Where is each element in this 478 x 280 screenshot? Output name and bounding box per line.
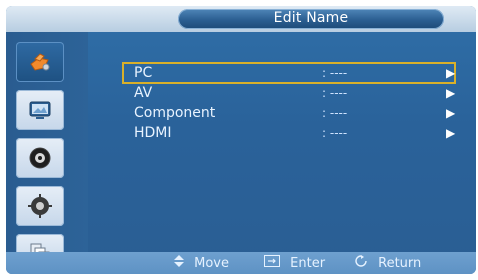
list-item-hdmi[interactable]: HDMI : ---- ▶: [124, 124, 456, 142]
enter-label: Enter: [290, 256, 326, 271]
return-hint: Return: [354, 254, 421, 273]
list-item-label: HDMI: [134, 125, 172, 141]
chevron-right-icon: ▶: [446, 66, 456, 80]
title-bar: Edit Name: [6, 6, 476, 32]
move-icon: [174, 254, 184, 272]
title-pill: Edit Name: [178, 9, 444, 29]
chevron-right-icon: ▶: [446, 106, 456, 120]
move-hint: Move: [174, 254, 229, 273]
chevron-right-icon: ▶: [446, 126, 456, 140]
sidebar-item-setup[interactable]: [16, 186, 64, 226]
list-item-component[interactable]: Component : ---- ▶: [124, 104, 456, 122]
list-item-value: : ----: [322, 106, 348, 120]
list-item-av[interactable]: AV : ---- ▶: [124, 84, 456, 102]
sidebar-item-sound[interactable]: [16, 138, 64, 178]
enter-hint: Enter: [264, 254, 325, 273]
sidebar-item-picture[interactable]: [16, 90, 64, 130]
enter-icon: [264, 254, 280, 272]
return-icon: [354, 254, 368, 272]
move-label: Move: [194, 256, 230, 271]
list-item-value: : ----: [322, 86, 348, 100]
list-item-value: : ----: [322, 66, 348, 80]
list-item-value: : ----: [322, 126, 348, 140]
window-title: Edit Name: [273, 10, 349, 26]
list-item-pc[interactable]: PC : ---- ▶: [122, 62, 456, 84]
osd-window: Edit Name PC: ---- ▶ AV: ---- ▶ Compon…: [6, 6, 476, 274]
list-item-label: Component: [134, 105, 216, 121]
sidebar-item-input[interactable]: [16, 42, 64, 82]
footer-hints: Move Enter Return: [6, 252, 476, 274]
list-item-label: PC: [134, 65, 153, 81]
return-label: Return: [378, 256, 422, 271]
list-item-label: AV: [134, 85, 153, 101]
sidebar: [6, 32, 88, 266]
chevron-right-icon: ▶: [446, 86, 456, 100]
edit-name-list: PC : ---- ▶ AV : ---- ▶ Component : ----…: [104, 32, 476, 252]
